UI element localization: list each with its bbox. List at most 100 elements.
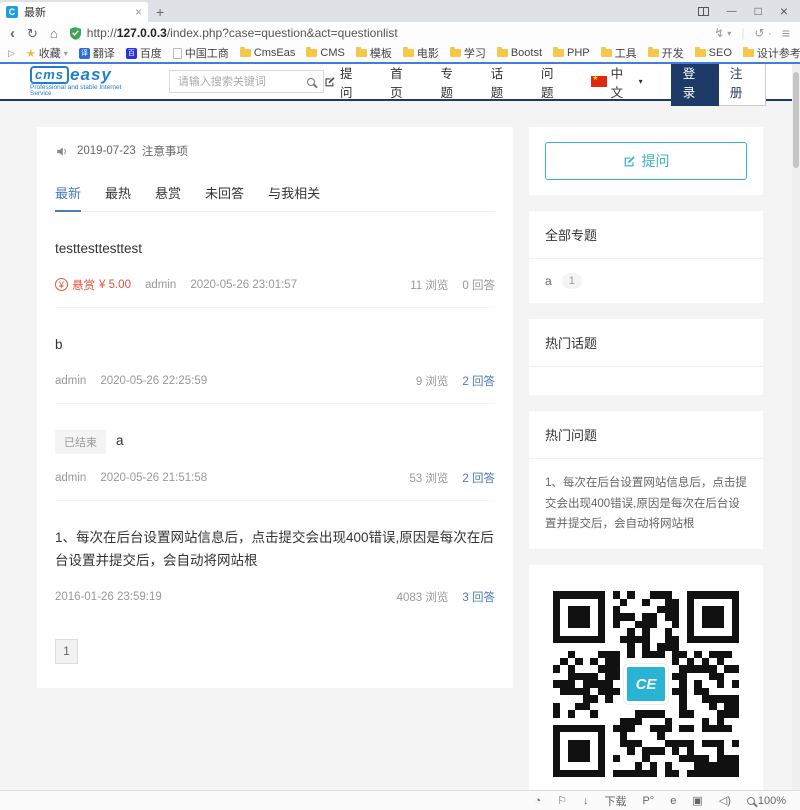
browser-status-bar: ◔ ⚐ ↓ 下载 P° e ▣ ◁) 100% (0, 790, 800, 810)
tab-close-icon[interactable]: × (135, 5, 142, 19)
folder-icon (355, 47, 367, 57)
hot-questions-title: 热门问题 (529, 411, 763, 459)
login-button[interactable]: 登录 (670, 64, 719, 106)
nav-item-首页[interactable]: 首页 (390, 64, 414, 101)
zoom-control[interactable]: 100% (746, 795, 786, 807)
window-minimize-button[interactable]: — (727, 6, 737, 17)
question-title-link[interactable]: 1、每次在后台设置网站信息后，点击提交会出现400错误,原因是每次在后台设置并提… (55, 527, 495, 573)
home-button[interactable]: ⌂ (50, 27, 58, 40)
search-input[interactable] (177, 75, 302, 88)
bookmark-学习[interactable]: 学习 (449, 45, 486, 61)
site-logo[interactable]: cms easy Professional and stable Interne… (30, 65, 143, 98)
bookmark-中国工商[interactable]: 中国工商 (172, 45, 229, 61)
bookmark-设计参考[interactable]: 设计参考 (742, 45, 800, 61)
undo-history-icon[interactable]: ↺ · (754, 26, 771, 40)
question-time: 2020-05-26 23:01:57 (190, 278, 298, 291)
ie-mode-icon[interactable]: e (670, 795, 676, 807)
filter-tab-最新[interactable]: 最新 (55, 183, 82, 212)
hot-topics-title: 热门话题 (529, 319, 763, 367)
announcement-text: 注意事项 (141, 146, 188, 158)
flash-icon[interactable]: P° (642, 795, 654, 807)
qr-center-logo: CE (624, 664, 668, 705)
views-count: 53 浏览 (409, 472, 449, 485)
bookmark-CMS[interactable]: CMS (306, 47, 345, 59)
hot-topics-card: 热门话题 (529, 319, 763, 395)
answers-count[interactable]: 2 回答 (462, 470, 495, 486)
top-nav: 提问首页专题话题问题中文▾ (324, 64, 643, 101)
question-title-link[interactable]: a (116, 430, 124, 453)
filter-tab-最热[interactable]: 最热 (105, 183, 131, 211)
filter-tab-悬赏[interactable]: 悬赏 (155, 183, 181, 211)
nav-item-提问[interactable]: 提问 (324, 64, 364, 101)
bookmark-SEO[interactable]: SEO (694, 47, 732, 59)
bookmark-PHP[interactable]: PHP (553, 47, 590, 59)
bookmark-翻译[interactable]: 译翻译 (78, 45, 115, 61)
bookmark-百度[interactable]: 百百度 (125, 45, 162, 61)
filter-tab-未回答[interactable]: 未回答 (205, 183, 244, 211)
question-author[interactable]: admin (145, 279, 176, 291)
question-item: b admin 2020-05-26 22:25:59 9 浏览 2 回答 (55, 308, 495, 404)
download-label[interactable]: 下载 (604, 793, 626, 809)
answers-count: 0 回答 (462, 279, 495, 292)
split-screen-icon[interactable]: ▣ (692, 794, 702, 807)
answers-count[interactable]: 3 回答 (462, 589, 495, 605)
favorites-menu[interactable]: ★ 收藏 ▾ (26, 45, 68, 61)
star-icon: ★ (25, 47, 36, 60)
folder-icon (449, 47, 461, 57)
folder-icon (553, 47, 565, 57)
bookmark-开发[interactable]: 开发 (647, 45, 684, 61)
views-count: 11 浏览 (410, 279, 449, 292)
announcement[interactable]: 2019-07-23 注意事项 (55, 127, 495, 165)
question-author[interactable]: admin (55, 375, 86, 387)
no-trace-flag-icon[interactable]: ⚐ (557, 794, 567, 807)
question-list: testtesttesttest ¥ 悬赏 ¥ 5.00 admin 2020-05-26… (55, 212, 495, 619)
hot-question-link[interactable]: 1、每次在后台设置网站信息后，点击提交会出现400错误,原因是每次在后台设置并提… (545, 473, 747, 535)
pencil-icon (624, 155, 635, 166)
browser-tab[interactable]: C 最新 × (0, 2, 148, 22)
folder-icon (239, 47, 251, 57)
download-icon[interactable]: ↓ (583, 795, 589, 807)
lightning-icon[interactable]: ↯ ▾ (714, 26, 731, 40)
browser-tab-bar: C 最新 × + — □ × (0, 0, 800, 22)
boost-icon[interactable]: ◔ (534, 795, 541, 807)
page-scrollbar-thumb[interactable] (793, 72, 799, 168)
nav-item-问题[interactable]: 问题 (541, 64, 565, 101)
register-button[interactable]: 注册 (718, 64, 766, 106)
question-author[interactable]: admin (55, 472, 86, 484)
bookmark-工具[interactable]: 工具 (600, 45, 637, 61)
question-title-link[interactable]: testtesttesttest (55, 238, 142, 261)
url-field[interactable]: http://127.0.0.3/index.php?case=question… (69, 26, 702, 40)
views-count: 4083 浏览 (396, 591, 449, 604)
browser-menu-icon[interactable]: ≡ (782, 25, 790, 41)
ask-question-button[interactable]: 提问 (545, 142, 747, 180)
search-icon[interactable] (307, 77, 316, 86)
bookmark-CmsEas[interactable]: CmsEas (239, 47, 295, 59)
hot-questions-card: 热门问题 1、每次在后台设置网站信息后，点击提交会出现400错误,原因是每次在后… (529, 411, 763, 550)
topic-count-badge: 1 (561, 273, 582, 289)
answers-count[interactable]: 2 回答 (462, 373, 495, 389)
bookmark-电影[interactable]: 电影 (402, 45, 439, 61)
back-button[interactable]: ‹ (10, 26, 15, 41)
page-number-1[interactable]: 1 (55, 638, 78, 664)
window-close-button[interactable]: × (780, 3, 788, 19)
nav-item-专题[interactable]: 专题 (440, 64, 464, 101)
bookmark-Bootst[interactable]: Bootst (496, 47, 542, 59)
window-maximize-button[interactable]: □ (755, 4, 762, 18)
address-bar: ‹ ↻ ⌂ http://127.0.0.3/index.php?case=qu… (0, 22, 800, 44)
nav-item-中文[interactable]: 中文▾ (591, 64, 643, 101)
bookmarks-collapse-icon[interactable]: ▷ (8, 48, 15, 59)
question-item: 1、每次在后台设置网站信息后，点击提交会出现400错误,原因是每次在后台设置并提… (55, 501, 495, 619)
new-tab-button[interactable]: + (156, 4, 164, 20)
topic-tag[interactable]: a (545, 274, 552, 288)
question-title-link[interactable]: b (55, 334, 63, 357)
nav-item-话题[interactable]: 话题 (491, 64, 515, 101)
china-flag-icon (591, 74, 607, 87)
page-scrollbar[interactable] (792, 64, 800, 790)
refresh-button[interactable]: ↻ (27, 27, 38, 40)
bounty-label: ¥ 悬赏 ¥ 5.00 (55, 277, 131, 293)
browser-gift-icon[interactable] (697, 6, 709, 16)
sound-icon[interactable]: ◁) (719, 794, 731, 807)
views-count: 9 浏览 (415, 375, 449, 388)
filter-tab-与我相关[interactable]: 与我相关 (268, 183, 320, 211)
bookmark-模板[interactable]: 模板 (355, 45, 392, 61)
